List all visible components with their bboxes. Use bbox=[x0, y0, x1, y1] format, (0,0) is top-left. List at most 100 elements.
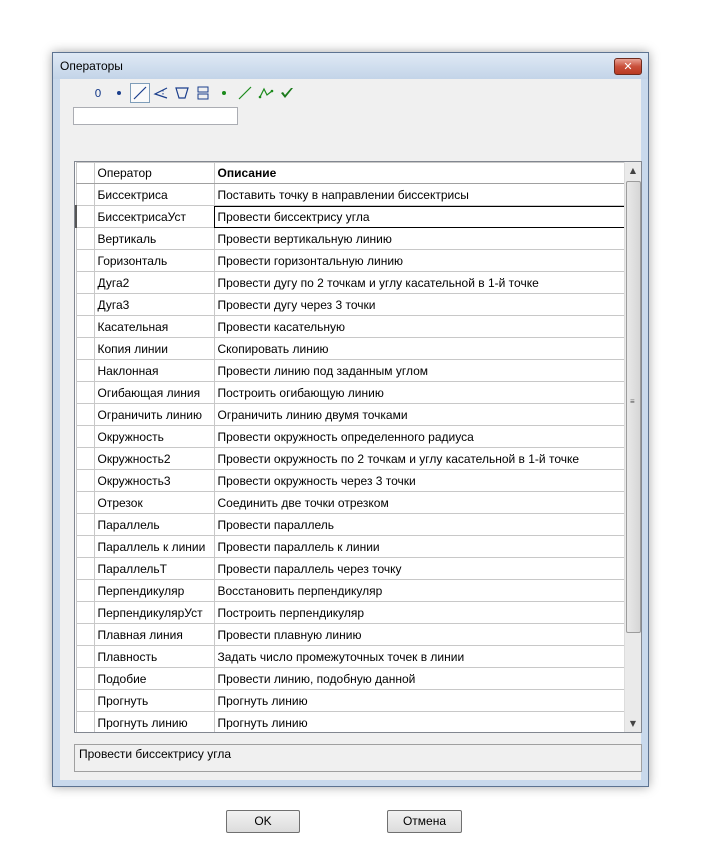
row-indicator[interactable] bbox=[75, 337, 95, 360]
row-indicator[interactable] bbox=[75, 293, 95, 316]
table-row[interactable]: Перпендикуляр Восстановить перпендикуляр bbox=[75, 579, 628, 602]
operator-cell[interactable]: Отрезок bbox=[93, 491, 215, 514]
point-button[interactable] bbox=[109, 83, 129, 103]
operator-cell[interactable]: Прогнуть bbox=[93, 689, 215, 712]
green-check-button[interactable] bbox=[277, 83, 297, 103]
cancel-button[interactable]: Отмена bbox=[387, 810, 462, 833]
column-header-operator[interactable]: Оператор bbox=[93, 162, 215, 184]
description-cell[interactable]: Провести вертикальную линию bbox=[213, 227, 628, 250]
close-button[interactable]: ✕ bbox=[614, 58, 642, 75]
description-cell[interactable]: Провести линию, подобную данной bbox=[213, 667, 628, 690]
diagonal-line-button[interactable] bbox=[235, 83, 255, 103]
operator-cell[interactable]: Наклонная bbox=[93, 359, 215, 382]
operator-cell[interactable]: Прогнуть линию bbox=[93, 711, 215, 732]
vertical-scrollbar[interactable]: ▲ ≡ ▼ bbox=[624, 162, 641, 732]
operator-cell[interactable]: ПараллельТ bbox=[93, 557, 215, 580]
table-row[interactable]: ПерпендикулярУст Построить перпендикуляр bbox=[75, 601, 628, 624]
table-row[interactable]: Биссектриса Поставить точку в направлении… bbox=[75, 183, 628, 206]
operator-cell[interactable]: БиссектрисаУст bbox=[93, 205, 215, 228]
parallel-lines-button[interactable] bbox=[193, 83, 213, 103]
operator-cell[interactable]: ПерпендикулярУст bbox=[93, 601, 215, 624]
operator-cell[interactable]: Плавная линия bbox=[93, 623, 215, 646]
operator-cell[interactable]: Копия линии bbox=[93, 337, 215, 360]
row-indicator[interactable] bbox=[75, 359, 95, 382]
scroll-down-icon[interactable]: ▼ bbox=[625, 715, 641, 732]
table-row[interactable]: Параллель к линии Провести параллель к ли… bbox=[75, 535, 628, 558]
row-indicator[interactable] bbox=[75, 535, 95, 558]
description-cell[interactable]: Поставить точку в направлении биссектрис… bbox=[213, 183, 628, 206]
table-row[interactable]: Окружность Провести окружность определенн… bbox=[75, 425, 628, 448]
operator-cell[interactable]: Окружность2 bbox=[93, 447, 215, 470]
green-point-button[interactable] bbox=[214, 83, 234, 103]
row-indicator[interactable] bbox=[75, 645, 95, 668]
description-cell[interactable]: Провести окружность через 3 точки bbox=[213, 469, 628, 492]
table-row[interactable]: БиссектрисаУст Провести биссектрису угла bbox=[75, 205, 628, 228]
row-indicator[interactable] bbox=[75, 689, 95, 712]
row-indicator[interactable] bbox=[75, 381, 95, 404]
table-row[interactable]: Дуга2 Провести дугу по 2 точкам и углу ка… bbox=[75, 271, 628, 294]
row-indicator[interactable] bbox=[75, 249, 95, 272]
table-row[interactable]: Ограничить линию Ограничить линию двумя т… bbox=[75, 403, 628, 426]
scroll-up-icon[interactable]: ▲ bbox=[625, 162, 641, 179]
polyline-button[interactable] bbox=[256, 83, 276, 103]
description-cell[interactable]: Восстановить перпендикуляр bbox=[213, 579, 628, 602]
row-indicator[interactable] bbox=[75, 425, 95, 448]
trapezoid-button[interactable] bbox=[172, 83, 192, 103]
table-row[interactable]: Касательная Провести касательную bbox=[75, 315, 628, 338]
zero-digit-button[interactable]: 0 bbox=[88, 83, 108, 103]
row-indicator[interactable] bbox=[75, 711, 95, 732]
table-row[interactable]: Параллель Провести параллель bbox=[75, 513, 628, 536]
description-cell[interactable]: Построить огибающую линию bbox=[213, 381, 628, 404]
operator-cell[interactable]: Плавность bbox=[93, 645, 215, 668]
table-row[interactable]: Подобие Провести линию, подобную данной bbox=[75, 667, 628, 690]
column-header-description[interactable]: Описание bbox=[213, 162, 628, 184]
operator-cell[interactable]: Вертикаль bbox=[93, 227, 215, 250]
table-row[interactable]: Прогнуть Прогнуть линию bbox=[75, 689, 628, 712]
operator-cell[interactable]: Ограничить линию bbox=[93, 403, 215, 426]
operator-cell[interactable]: Касательная bbox=[93, 315, 215, 338]
table-row[interactable]: Плавность Задать число промежуточных точе… bbox=[75, 645, 628, 668]
table-row[interactable]: Вертикаль Провести вертикальную линию bbox=[75, 227, 628, 250]
row-indicator[interactable] bbox=[75, 271, 95, 294]
angle-button[interactable] bbox=[151, 83, 171, 103]
row-indicator[interactable] bbox=[75, 601, 95, 624]
description-cell[interactable]: Провести горизонтальную линию bbox=[213, 249, 628, 272]
table-row[interactable]: Наклонная Провести линию под заданным угл… bbox=[75, 359, 628, 382]
row-indicator[interactable] bbox=[75, 623, 95, 646]
description-cell[interactable]: Провести параллель к линии bbox=[213, 535, 628, 558]
table-row[interactable]: Прогнуть линию Прогнуть линию bbox=[75, 711, 628, 732]
row-indicator[interactable] bbox=[75, 557, 95, 580]
description-cell[interactable]: Провести плавную линию bbox=[213, 623, 628, 646]
operator-cell[interactable]: Биссектриса bbox=[93, 183, 215, 206]
row-indicator[interactable] bbox=[75, 315, 95, 338]
filter-input[interactable] bbox=[73, 107, 238, 125]
row-indicator[interactable] bbox=[75, 491, 95, 514]
title-bar[interactable]: Операторы ✕ bbox=[53, 53, 648, 79]
row-indicator[interactable] bbox=[75, 183, 95, 206]
description-cell[interactable]: Провести касательную bbox=[213, 315, 628, 338]
table-row[interactable]: Дуга3 Провести дугу через 3 точки bbox=[75, 293, 628, 316]
description-cell[interactable]: Соединить две точки отрезком bbox=[213, 491, 628, 514]
description-cell[interactable]: Провести дугу через 3 точки bbox=[213, 293, 628, 316]
table-row[interactable]: Окружность3 Провести окружность через 3 т… bbox=[75, 469, 628, 492]
row-indicator[interactable] bbox=[75, 227, 95, 250]
scroll-thumb[interactable]: ≡ bbox=[626, 181, 641, 633]
table-row[interactable]: Копия линии Скопировать линию bbox=[75, 337, 628, 360]
operator-cell[interactable]: Дуга3 bbox=[93, 293, 215, 316]
description-cell[interactable]: Провести окружность по 2 точкам и углу к… bbox=[213, 447, 628, 470]
operator-cell[interactable]: Окружность3 bbox=[93, 469, 215, 492]
operator-cell[interactable]: Огибающая линия bbox=[93, 381, 215, 404]
row-indicator[interactable] bbox=[75, 205, 95, 228]
table-row[interactable]: ПараллельТ Провести параллель через точку bbox=[75, 557, 628, 580]
table-row[interactable]: Отрезок Соединить две точки отрезком bbox=[75, 491, 628, 514]
operator-cell[interactable]: Дуга2 bbox=[93, 271, 215, 294]
operator-cell[interactable]: Параллель bbox=[93, 513, 215, 536]
row-indicator[interactable] bbox=[75, 513, 95, 536]
description-cell[interactable]: Провести параллель bbox=[213, 513, 628, 536]
description-cell[interactable]: Провести биссектрису угла bbox=[213, 205, 628, 228]
line-button[interactable] bbox=[130, 83, 150, 103]
row-indicator[interactable] bbox=[75, 403, 95, 426]
description-cell[interactable]: Задать число промежуточных точек в линии bbox=[213, 645, 628, 668]
operator-cell[interactable]: Перпендикуляр bbox=[93, 579, 215, 602]
operator-cell[interactable]: Параллель к линии bbox=[93, 535, 215, 558]
